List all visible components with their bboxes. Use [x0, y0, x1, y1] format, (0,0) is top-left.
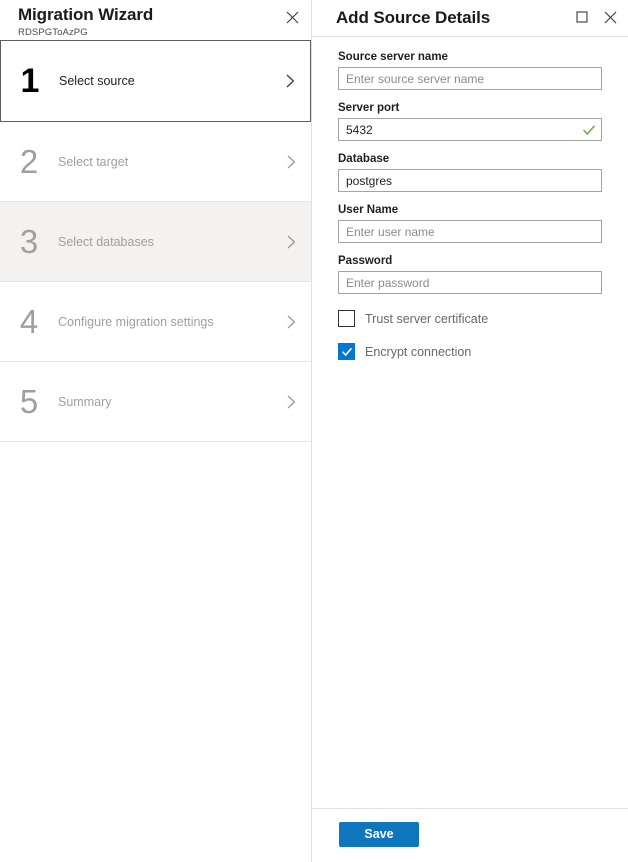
- trust-server-certificate-row[interactable]: Trust server certificate: [338, 310, 602, 327]
- database-input[interactable]: [338, 169, 602, 192]
- chevron-right-icon: [271, 394, 311, 410]
- wizard-step-5[interactable]: 5 Summary: [0, 362, 311, 442]
- wizard-step-3-label: Select databases: [58, 235, 271, 249]
- wizard-step-2[interactable]: 2 Select target: [0, 122, 311, 202]
- maximize-button[interactable]: [568, 3, 596, 31]
- source-server-name-input[interactable]: [338, 67, 602, 90]
- password-label: Password: [338, 255, 602, 267]
- source-server-name-input-wrap: [338, 67, 602, 90]
- trust-server-certificate-label: Trust server certificate: [365, 312, 488, 326]
- wizard-step-5-number: 5: [0, 384, 58, 420]
- source-details-form: Source server name Server port Da: [312, 37, 628, 808]
- wizard-step-2-label: Select target: [58, 155, 271, 169]
- save-button[interactable]: Save: [339, 822, 419, 847]
- user-name-label: User Name: [338, 204, 602, 216]
- database-label: Database: [338, 153, 602, 165]
- wizard-subtitle: RDSPGToAzPG: [18, 27, 311, 39]
- maximize-icon: [576, 11, 588, 23]
- encrypt-connection-label: Encrypt connection: [365, 345, 471, 359]
- wizard-title: Migration Wizard: [18, 5, 311, 25]
- user-name-input-wrap: [338, 220, 602, 243]
- wizard-header: Migration Wizard RDSPGToAzPG: [0, 0, 311, 41]
- detail-panel-title: Add Source Details: [336, 8, 490, 28]
- source-server-name-label: Source server name: [338, 51, 602, 63]
- wizard-step-2-number: 2: [0, 144, 58, 180]
- field-source-server-name: Source server name: [338, 51, 602, 90]
- password-input-wrap: [338, 271, 602, 294]
- chevron-right-icon: [270, 73, 310, 89]
- user-name-input[interactable]: [338, 220, 602, 243]
- wizard-step-1-number: 1: [1, 63, 59, 99]
- close-icon: [286, 11, 299, 24]
- chevron-right-icon: [271, 314, 311, 330]
- field-user-name: User Name: [338, 204, 602, 243]
- server-port-input[interactable]: [338, 118, 602, 141]
- chevron-right-icon: [271, 154, 311, 170]
- wizard-step-1-label: Select source: [59, 74, 270, 88]
- detail-close-button[interactable]: [596, 3, 624, 31]
- wizard-step-3-number: 3: [0, 224, 58, 260]
- wizard-steps-list: 1 Select source 2 Select target 3 Select…: [0, 40, 311, 442]
- detail-footer: Save: [312, 808, 628, 862]
- wizard-step-3[interactable]: 3 Select databases: [0, 202, 311, 282]
- close-icon: [604, 11, 617, 24]
- field-password: Password: [338, 255, 602, 294]
- database-input-wrap: [338, 169, 602, 192]
- encrypt-connection-row[interactable]: Encrypt connection: [338, 343, 602, 360]
- server-port-label: Server port: [338, 102, 602, 114]
- wizard-step-1[interactable]: 1 Select source: [0, 40, 311, 122]
- window-controls: [568, 3, 624, 31]
- wizard-step-4-label: Configure migration settings: [58, 315, 271, 329]
- wizard-step-4[interactable]: 4 Configure migration settings: [0, 282, 311, 362]
- wizard-step-4-number: 4: [0, 304, 58, 340]
- add-source-details-panel: Add Source Details: [312, 0, 628, 862]
- trust-server-certificate-checkbox[interactable]: [338, 310, 355, 327]
- server-port-input-wrap: [338, 118, 602, 141]
- wizard-step-5-label: Summary: [58, 395, 271, 409]
- chevron-right-icon: [271, 234, 311, 250]
- migration-wizard-window: Migration Wizard RDSPGToAzPG 1 Select so…: [0, 0, 628, 862]
- encrypt-connection-checkbox[interactable]: [338, 343, 355, 360]
- field-database: Database: [338, 153, 602, 192]
- wizard-close-button[interactable]: [279, 4, 305, 30]
- wizard-left-panel: Migration Wizard RDSPGToAzPG 1 Select so…: [0, 0, 312, 862]
- password-input[interactable]: [338, 271, 602, 294]
- detail-header: Add Source Details: [312, 0, 628, 37]
- field-server-port: Server port: [338, 102, 602, 141]
